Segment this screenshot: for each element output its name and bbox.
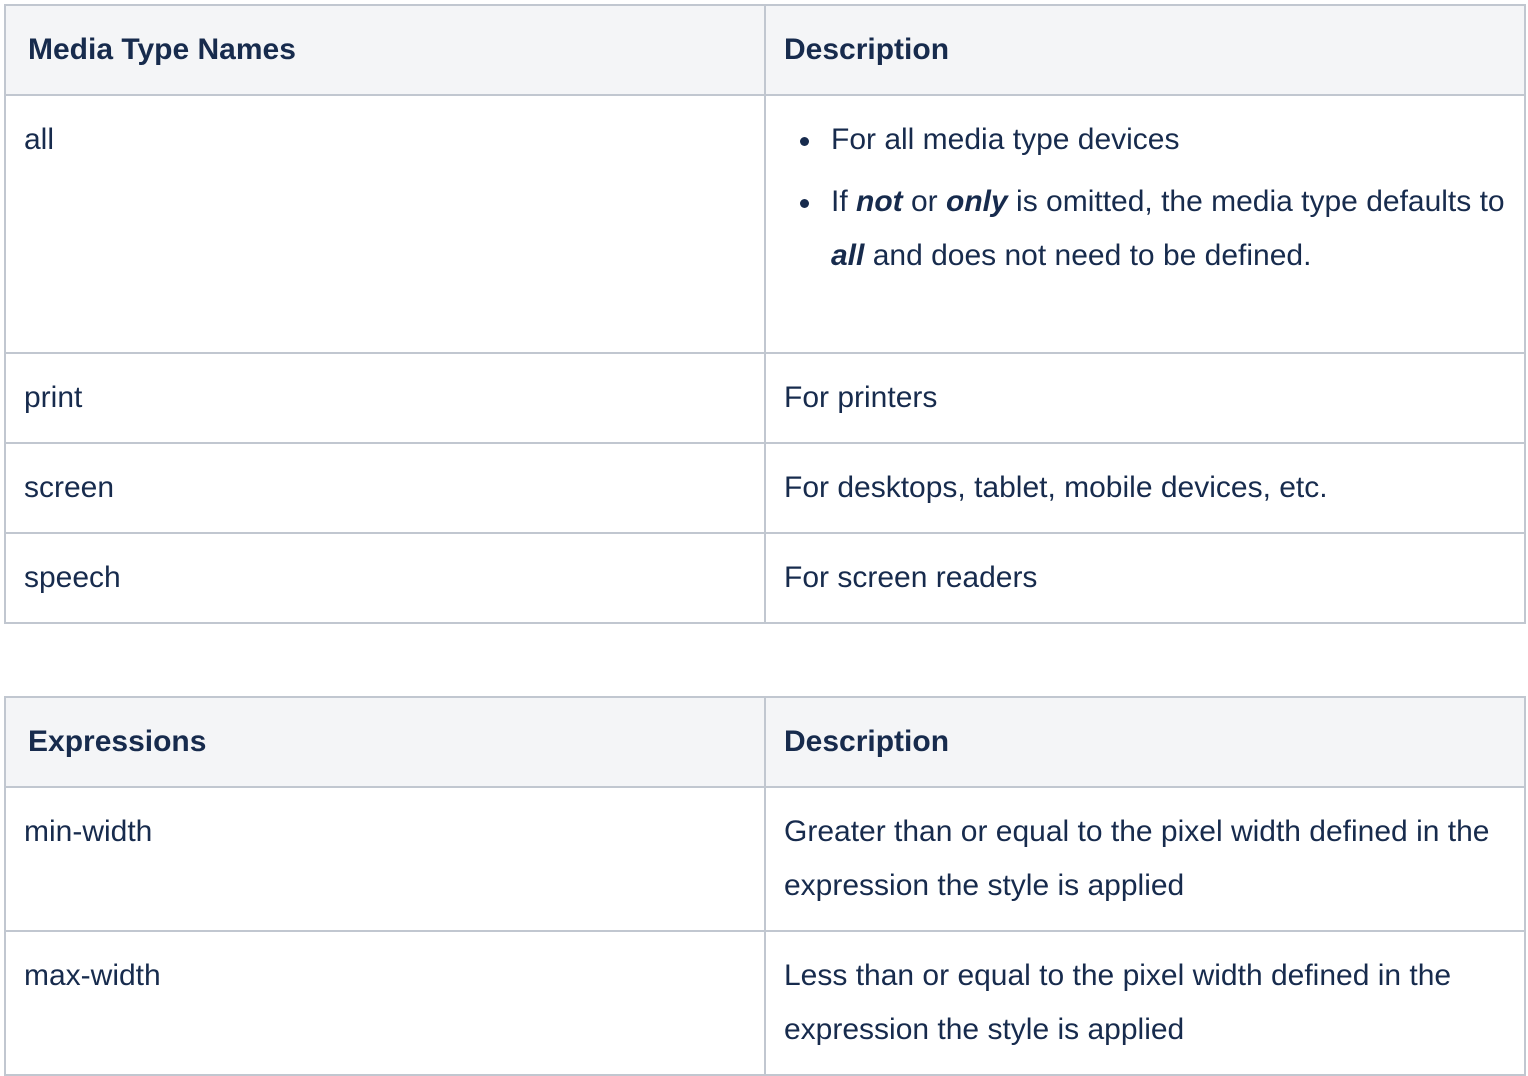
page: Media Type Names Description all For all… xyxy=(0,0,1528,1076)
column-header-description: Description xyxy=(764,696,1526,788)
table-row: speech For screen readers xyxy=(4,532,1526,624)
media-type-name-cell: speech xyxy=(4,532,766,624)
description-cell: For printers xyxy=(764,352,1526,444)
column-header-media-type-names: Media Type Names xyxy=(4,4,766,96)
expression-name-cell: min-width xyxy=(4,786,766,932)
emphasis-not: not xyxy=(856,185,903,218)
bullet-text-part: or xyxy=(902,185,947,218)
bullet-item: If not or only is omitted, the media typ… xyxy=(800,175,1506,283)
table-row: screen For desktops, tablet, mobile devi… xyxy=(4,442,1526,534)
table-header-row: Media Type Names Description xyxy=(4,4,1526,96)
media-type-name-cell: all xyxy=(4,94,766,354)
bullet-text-part: is omitted, the media type defaults to xyxy=(1007,185,1505,218)
table-row: max-width Less than or equal to the pixe… xyxy=(4,930,1526,1076)
media-type-name-cell: print xyxy=(4,352,766,444)
media-types-table: Media Type Names Description all For all… xyxy=(4,4,1526,624)
bullet-item: For all media type devices xyxy=(800,113,1506,167)
expression-name-cell: max-width xyxy=(4,930,766,1076)
table-row: min-width Greater than or equal to the p… xyxy=(4,786,1526,932)
description-bullet-list: For all media type devices If not or onl… xyxy=(784,113,1506,283)
bullet-text-part: If xyxy=(831,185,857,218)
bullet-text-part: and does not need to be defined. xyxy=(864,239,1312,272)
expressions-table: Expressions Description min-width Greate… xyxy=(4,696,1526,1076)
column-header-expressions: Expressions xyxy=(4,696,766,788)
description-cell: Less than or equal to the pixel width de… xyxy=(764,930,1526,1076)
description-cell: For desktops, tablet, mobile devices, et… xyxy=(764,442,1526,534)
description-cell: Greater than or equal to the pixel width… xyxy=(764,786,1526,932)
media-type-name-cell: screen xyxy=(4,442,766,534)
emphasis-all: all xyxy=(831,239,865,272)
emphasis-only: only xyxy=(946,185,1008,218)
table-header-row: Expressions Description xyxy=(4,696,1526,788)
table-row: print For printers xyxy=(4,352,1526,444)
table-row: all For all media type devices If not or… xyxy=(4,94,1526,354)
description-cell: For screen readers xyxy=(764,532,1526,624)
bullet-text: For all media type devices xyxy=(831,123,1180,156)
description-cell: For all media type devices If not or onl… xyxy=(764,94,1526,354)
column-header-description: Description xyxy=(764,4,1526,96)
